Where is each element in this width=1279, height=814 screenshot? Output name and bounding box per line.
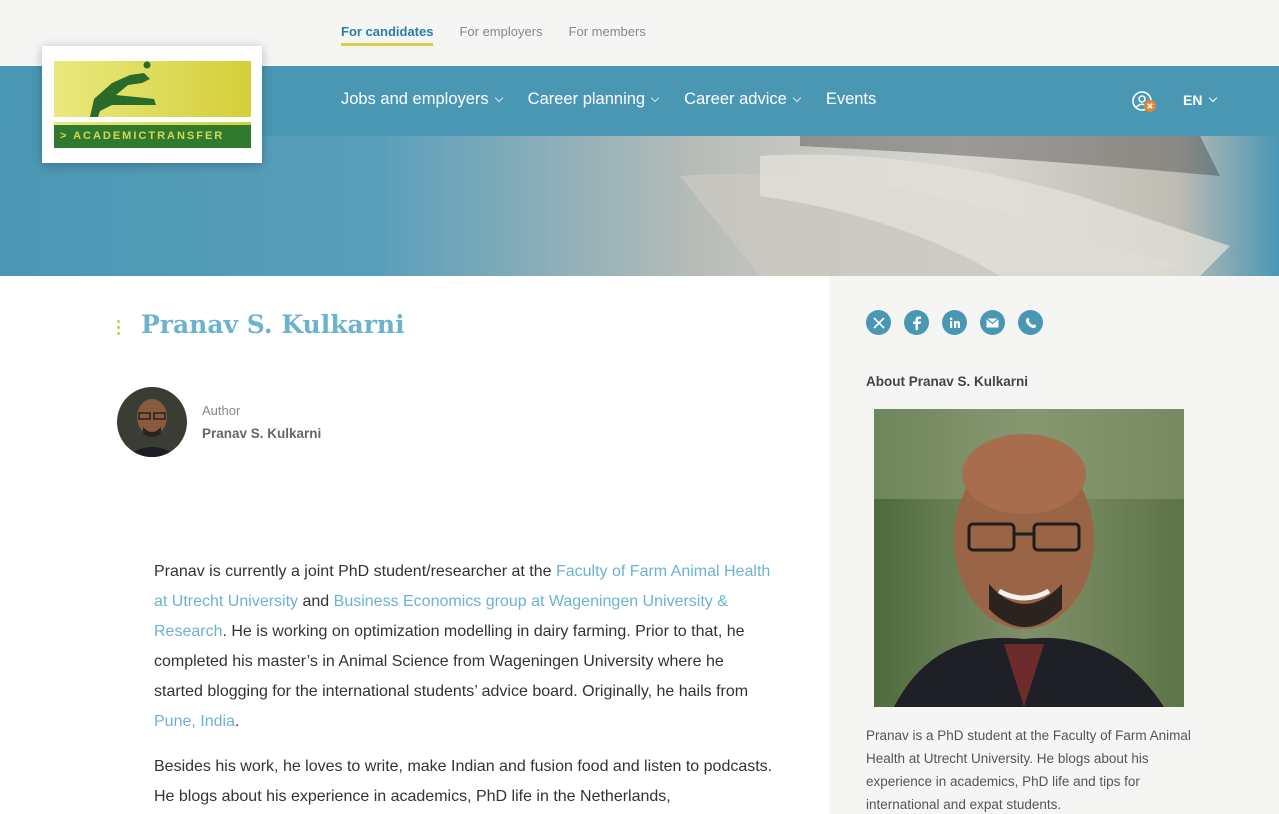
share-bar <box>866 310 1043 335</box>
whatsapp-icon[interactable] <box>1018 310 1043 335</box>
email-icon[interactable] <box>980 310 1005 335</box>
main-nav: Jobs and employers Career planning Caree… <box>341 90 876 109</box>
language-selector[interactable]: EN <box>1183 92 1218 108</box>
chevron-down-icon <box>792 93 802 102</box>
page-title: Pranav S. Kulkarni <box>141 310 405 339</box>
author-label: Author <box>202 403 241 418</box>
facebook-icon[interactable] <box>904 310 929 335</box>
chevron-down-icon <box>1209 93 1218 103</box>
author-photo <box>874 409 1184 707</box>
nav-item-label: Career advice <box>684 90 787 108</box>
audience-candidates-link[interactable]: For candidates <box>341 24 434 46</box>
user-logged-out-icon[interactable] <box>1131 90 1159 118</box>
language-label: EN <box>1183 92 1203 108</box>
audience-nav: For candidates For employers For members <box>341 24 646 46</box>
logo-wordmark: > ACADEMICTRANSFER <box>54 125 251 148</box>
nav-item-jobs-and-employers[interactable]: Jobs and employers <box>341 90 503 109</box>
audience-employers-link[interactable]: For employers <box>459 24 542 46</box>
audience-members-link[interactable]: For members <box>569 24 646 46</box>
article-paragraph: Besides his work, he loves to write, mak… <box>154 758 773 805</box>
academic-transfer-logo: > ACADEMICTRANSFER <box>54 61 251 148</box>
sidebar: About Pranav S. Kulkarni Pranav is a PhD… <box>829 276 1279 814</box>
article-paragraph: Pranav is currently a joint PhD student/… <box>154 563 771 730</box>
nav-item-label: Career planning <box>527 90 646 108</box>
x-icon[interactable] <box>866 310 891 335</box>
about-text: Pranav is a PhD student at the Faculty o… <box>866 728 1191 812</box>
title-decoration <box>117 320 121 338</box>
nav-item-label: Jobs and employers <box>341 90 489 108</box>
nav-item-label: Events <box>825 90 877 108</box>
author-name: Pranav S. Kulkarni <box>202 426 322 441</box>
article-body: Pranav is currently a joint PhD student/… <box>154 557 774 814</box>
nav-item-career-advice[interactable]: Career advice <box>684 90 802 109</box>
logo[interactable]: > ACADEMICTRANSFER <box>42 46 262 163</box>
nav-item-events[interactable]: Events <box>826 90 876 109</box>
pune-link[interactable]: Pune, India <box>154 713 235 730</box>
linkedin-icon[interactable] <box>942 310 967 335</box>
chevron-down-icon <box>650 93 660 102</box>
about-title: About Pranav S. Kulkarni <box>866 374 1029 389</box>
chevron-down-icon <box>494 93 503 102</box>
nav-item-career-planning[interactable]: Career planning <box>527 90 660 109</box>
author-avatar <box>117 387 187 457</box>
